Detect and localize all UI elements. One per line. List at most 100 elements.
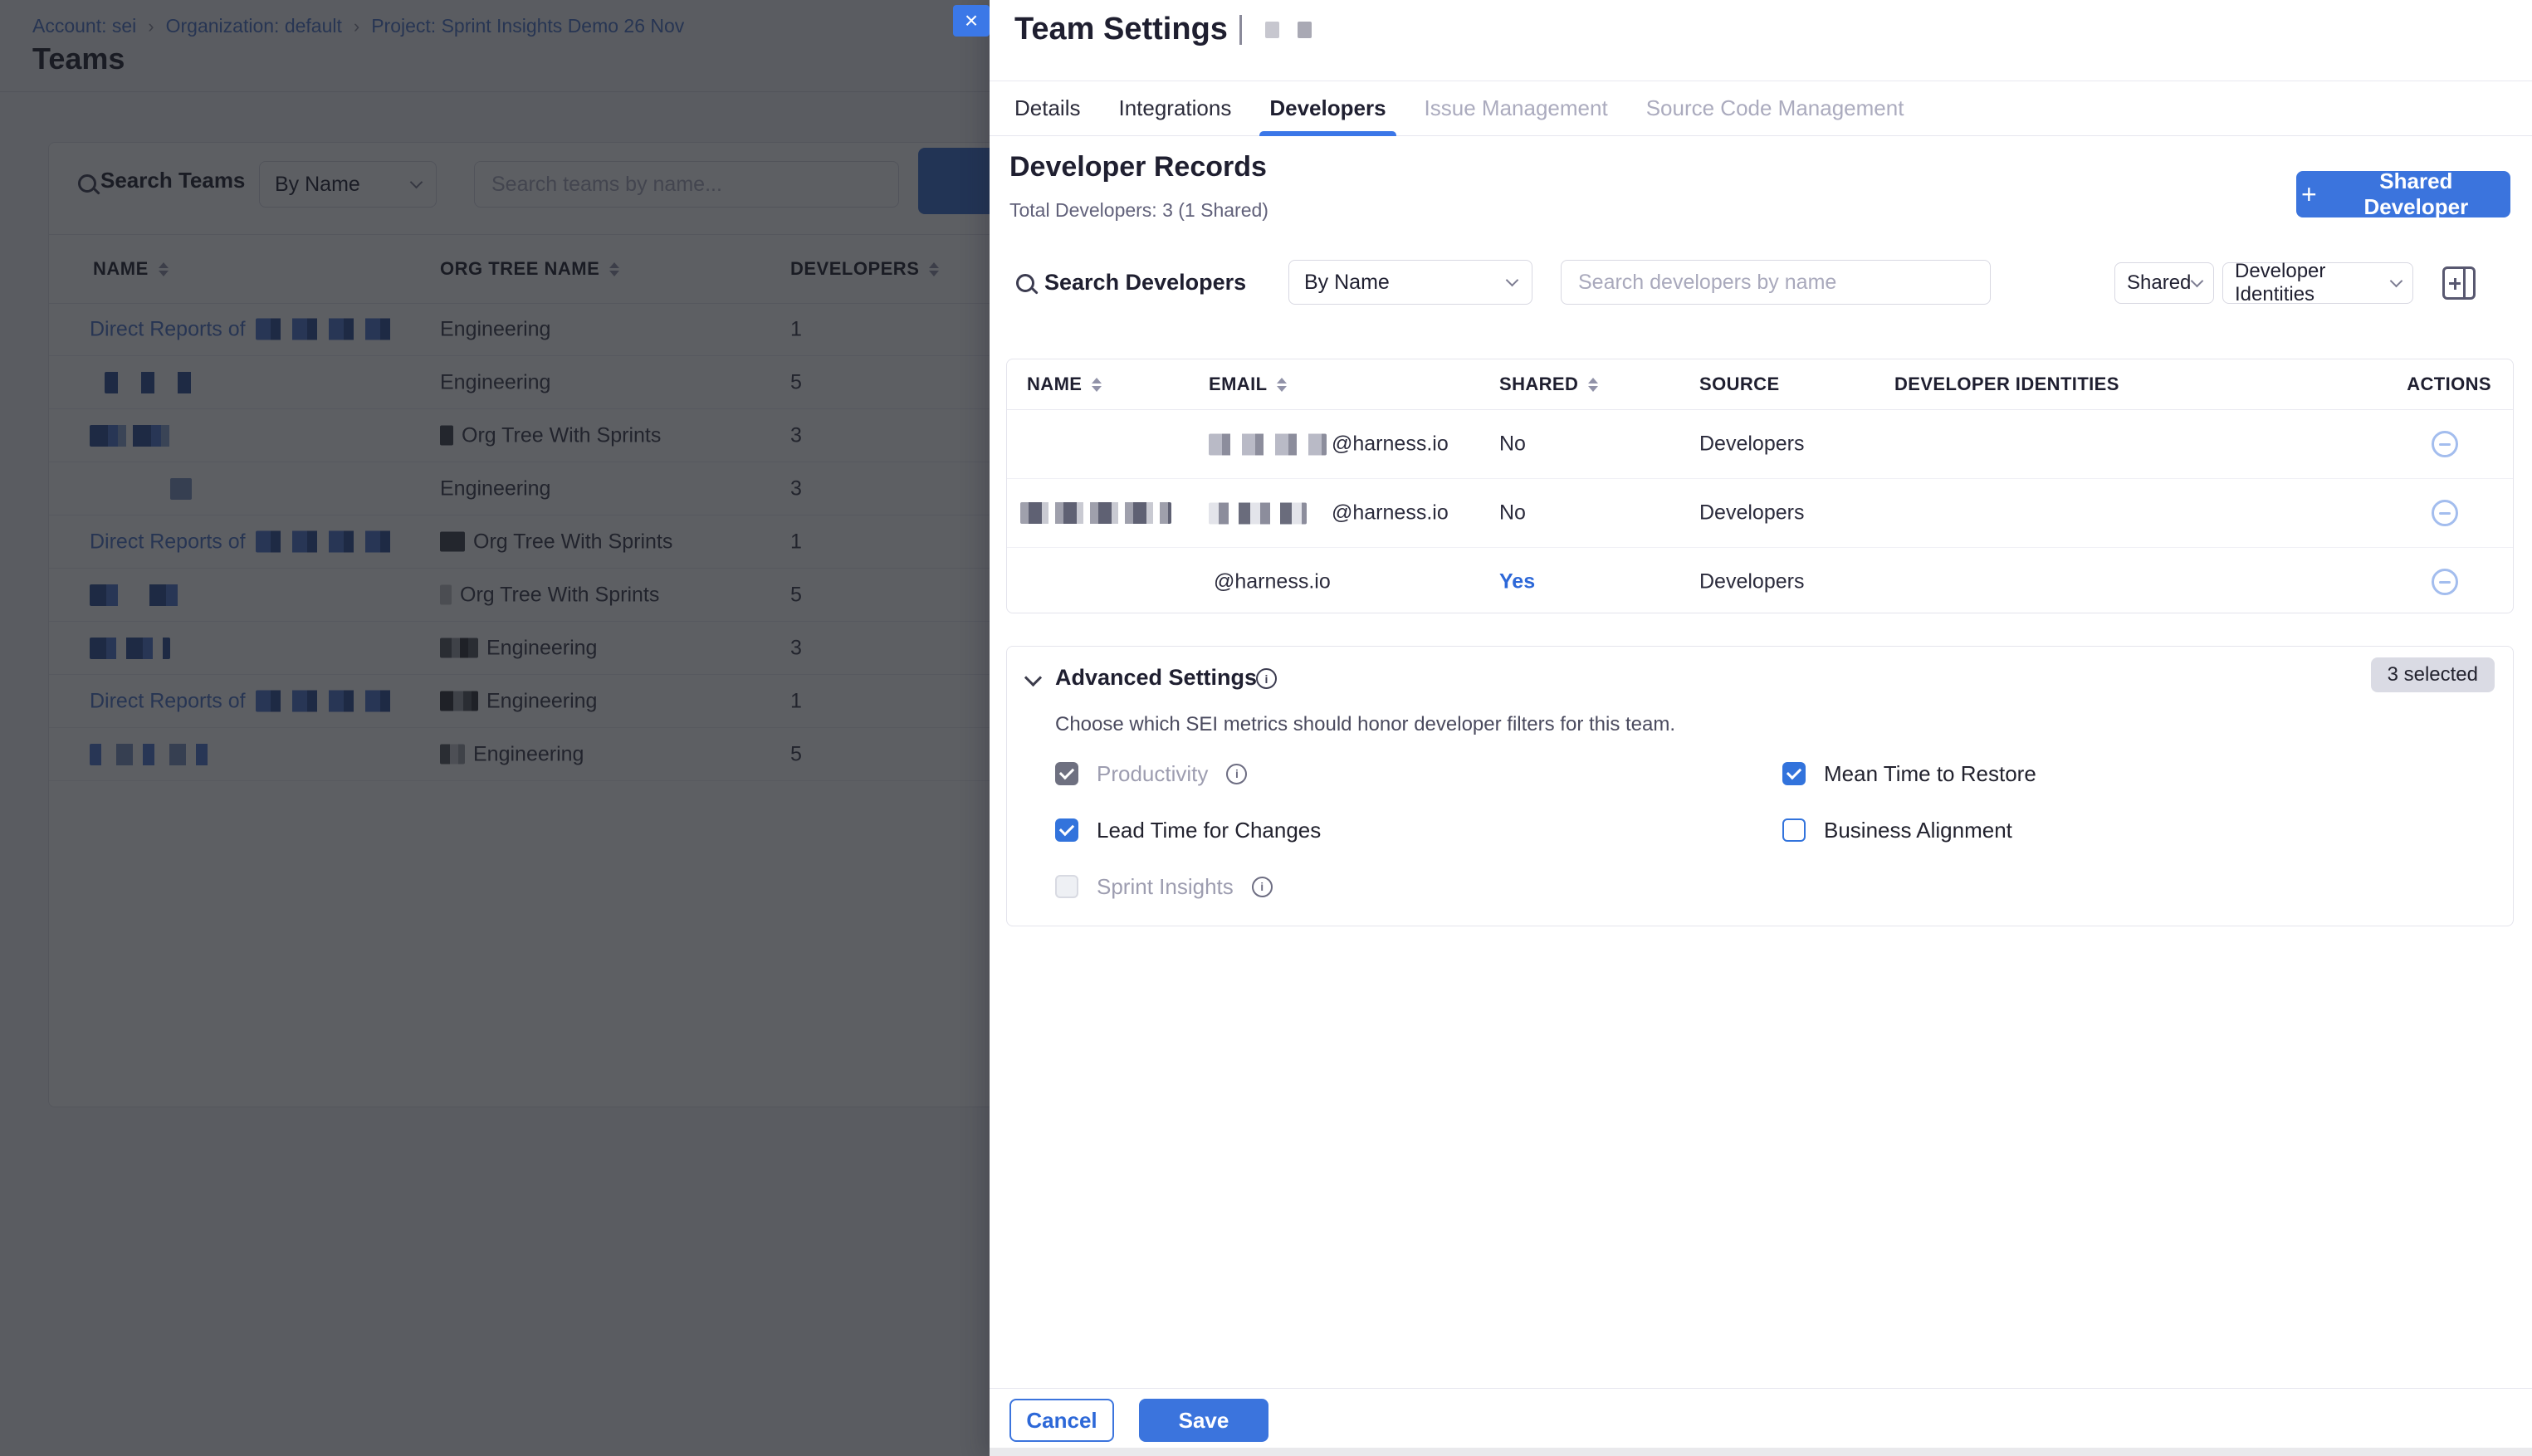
developer-name-cell [1020, 502, 1171, 524]
checkbox[interactable] [1782, 762, 1806, 785]
plus-icon: + [2301, 181, 2317, 208]
search-icon [1016, 274, 1034, 296]
shared-value: No [1499, 501, 1526, 525]
source-value: Developers [1699, 501, 1804, 525]
remove-developer-icon[interactable] [2432, 500, 2458, 526]
developer-email-cell: @harness.io [1209, 501, 1449, 525]
tab-label: Developers [1269, 95, 1386, 121]
checkbox[interactable] [1055, 818, 1078, 842]
checkbox[interactable] [1782, 818, 1806, 842]
metric-checkbox-item[interactable]: Productivity [1055, 761, 1321, 786]
developer-row[interactable]: @harness.io No Developers [1007, 410, 2513, 479]
tab-label: Integrations [1118, 95, 1231, 121]
close-icon[interactable]: × [953, 5, 990, 37]
app-root: Account: sei › Organization: default › P… [0, 0, 2532, 1456]
drawer-footer: Cancel Save [990, 1388, 2532, 1449]
drawer-tabs: Details Integrations Developers Issue Ma… [990, 81, 2532, 136]
email-domain: @harness.io [1214, 570, 1331, 594]
add-shared-developer-button[interactable]: + Shared Developer [2296, 171, 2510, 217]
tab[interactable]: Developers [1269, 81, 1386, 135]
title-separator [1239, 15, 1242, 45]
sort-icon[interactable] [1277, 378, 1287, 392]
tab-label: Details [1014, 95, 1080, 121]
column-header-actions: ACTIONS [2407, 374, 2491, 395]
redacted-team-name [1265, 22, 1279, 38]
add-column-icon[interactable] [2442, 266, 2476, 300]
column-header-shared[interactable]: SHARED [1499, 374, 1598, 395]
metric-label[interactable]: Sprint Insights [1097, 874, 1234, 900]
chevron-down-icon[interactable] [1024, 669, 1042, 686]
chevron-down-icon [1506, 274, 1519, 287]
developer-row[interactable]: @harness.io No Developers [1007, 479, 2513, 548]
redacted-developer-name [1020, 502, 1171, 524]
team-settings-drawer: × Team Settings Details Integrations Dev… [990, 0, 2532, 1456]
metric-label[interactable]: Mean Time to Restore [1824, 761, 2036, 787]
developers-search-by-select[interactable]: By Name [1288, 260, 1532, 305]
chevron-down-icon [2191, 275, 2204, 288]
sort-icon[interactable] [1092, 378, 1102, 392]
metrics-column-left: Productivity Lead Time for Changes Sprin… [1055, 761, 1321, 899]
metric-checkbox-item[interactable]: Mean Time to Restore [1782, 761, 2036, 786]
developer-row[interactable]: @harness.io Yes Developers [1007, 548, 2513, 616]
advanced-settings-card: Advanced Settings 3 selected Choose whic… [1006, 646, 2514, 926]
redacted-team-name [1298, 22, 1312, 38]
shared-filter-select[interactable]: Shared [2114, 262, 2214, 304]
scrollbar-track[interactable] [990, 1448, 2532, 1456]
email-domain: @harness.io [1332, 501, 1449, 525]
sort-icon[interactable] [1588, 378, 1598, 392]
remove-developer-icon[interactable] [2432, 569, 2458, 595]
developers-search-input[interactable] [1561, 260, 1991, 305]
developers-table-card: NAME EMAIL SHARED SOURCE DEVELOPER IDENT… [1006, 359, 2514, 613]
add-shared-developer-label: Shared Developer [2327, 169, 2505, 220]
developers-search-by-value: By Name [1304, 271, 1390, 295]
actions-cell [2432, 431, 2458, 457]
email-domain: @harness.io [1332, 432, 1449, 457]
column-header-name[interactable]: NAME [1027, 374, 1102, 395]
tab-label: Source Code Management [1646, 95, 1904, 121]
selected-count-badge: 3 selected [2371, 657, 2495, 692]
modal-overlay[interactable] [0, 0, 990, 1456]
column-header-source: SOURCE [1699, 374, 1780, 395]
info-icon [1252, 877, 1273, 897]
tab[interactable]: Source Code Management [1646, 81, 1904, 135]
remove-developer-icon[interactable] [2432, 431, 2458, 457]
source-value: Developers [1699, 432, 1804, 457]
redacted-email-prefix [1209, 502, 1307, 524]
developer-identities-filter-value: Developer Identities [2235, 260, 2392, 306]
total-developers-text: Total Developers: 3 (1 Shared) [1009, 199, 1268, 222]
redacted-email-prefix [1209, 433, 1327, 455]
cancel-button[interactable]: Cancel [1009, 1399, 1114, 1442]
chevron-down-icon [2390, 275, 2403, 288]
drawer-title: Team Settings [1014, 12, 1228, 47]
column-header-developer-identities: DEVELOPER IDENTITIES [1894, 374, 2119, 395]
drawer-header: Team Settings [1014, 12, 1312, 47]
advanced-settings-title: Advanced Settings [1055, 665, 1257, 691]
info-icon [1256, 668, 1277, 689]
shared-value: No [1499, 432, 1526, 457]
developer-email-cell: @harness.io [1209, 432, 1449, 457]
tab[interactable]: Details [1014, 81, 1080, 135]
section-title: Developer Records [1009, 151, 1267, 183]
save-button[interactable]: Save [1139, 1399, 1268, 1442]
developer-identities-filter-select[interactable]: Developer Identities [2222, 262, 2413, 304]
metrics-column-right: Mean Time to Restore Business Alignment [1782, 761, 2036, 843]
source-value: Developers [1699, 570, 1804, 594]
developer-email-cell: @harness.io [1209, 570, 1331, 594]
search-developers-label: Search Developers [1044, 270, 1246, 296]
developer-search-row: Search Developers By Name Shared Develop… [990, 259, 2532, 305]
tab[interactable]: Integrations [1118, 81, 1231, 135]
metric-checkbox-item[interactable]: Sprint Insights [1055, 874, 1321, 899]
column-header-email[interactable]: EMAIL [1209, 374, 1287, 395]
shared-filter-value: Shared [2127, 271, 2191, 295]
tab[interactable]: Issue Management [1425, 81, 1608, 135]
checkbox[interactable] [1055, 762, 1078, 785]
info-icon [1226, 764, 1247, 784]
metric-checkbox-item[interactable]: Business Alignment [1782, 818, 2036, 843]
metric-label[interactable]: Productivity [1097, 761, 1208, 787]
metric-label[interactable]: Business Alignment [1824, 818, 2012, 843]
checkbox[interactable] [1055, 875, 1078, 898]
metric-checkbox-item[interactable]: Lead Time for Changes [1055, 818, 1321, 843]
metric-label[interactable]: Lead Time for Changes [1097, 818, 1321, 843]
advanced-settings-description: Choose which SEI metrics should honor de… [1055, 713, 1675, 736]
actions-cell [2432, 500, 2458, 526]
